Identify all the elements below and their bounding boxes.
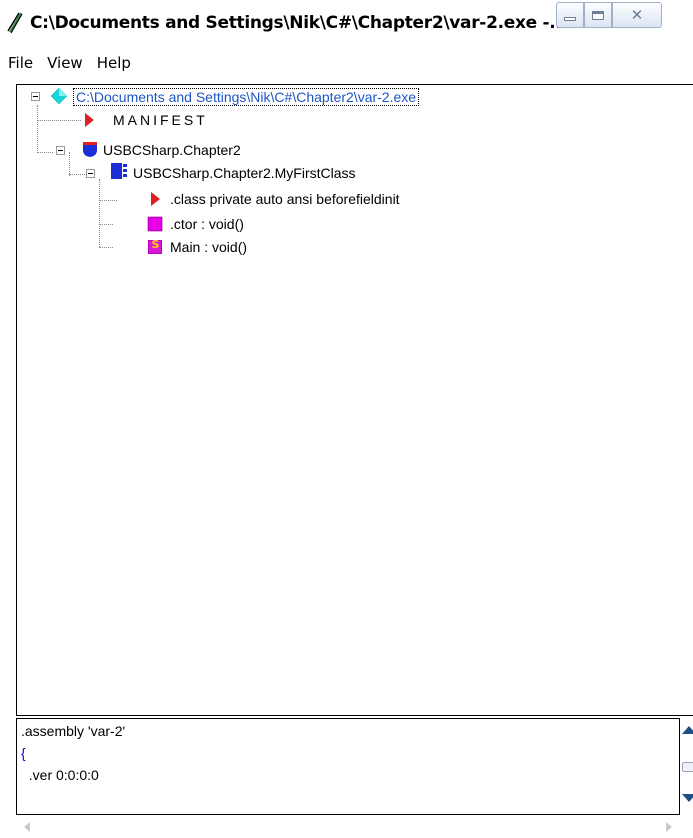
member-label: .ctor : void() xyxy=(170,216,244,232)
code-line: .ver 0:0:0:0 xyxy=(21,767,99,783)
code-line: { xyxy=(21,745,26,761)
namespace-label: USBCSharp.Chapter2 xyxy=(103,142,241,158)
tree-node-class[interactable]: USBCSharp.Chapter2.MyFirstClass xyxy=(133,162,356,184)
scroll-up-icon[interactable] xyxy=(682,726,693,734)
tree-connector xyxy=(37,120,81,121)
manifest-label: MANIFEST xyxy=(113,112,208,128)
namespace-collapse-toggle[interactable] xyxy=(56,146,65,155)
title-bar[interactable]: C:\Documents and Settings\Nik\C#\Chapter… xyxy=(0,0,693,46)
red-triangle-icon xyxy=(85,113,94,127)
tree-node-main[interactable]: Main : void() xyxy=(170,236,247,258)
tree-connector xyxy=(37,152,53,153)
close-icon: ✕ xyxy=(630,5,644,24)
root-label: C:\Documents and Settings\Nik\C#\Chapter… xyxy=(73,88,420,106)
menu-bar: File View Help xyxy=(0,50,693,76)
tree-connector xyxy=(99,224,113,225)
root-collapse-toggle[interactable] xyxy=(31,92,40,101)
menu-view[interactable]: View xyxy=(47,54,83,72)
tree-connector xyxy=(69,152,70,176)
vertical-scrollbar[interactable] xyxy=(680,718,693,815)
tree-connector xyxy=(99,200,117,201)
method-icon xyxy=(147,216,163,232)
disassembly-panel[interactable]: .assembly 'var-2' { .ver 0:0:0:0 xyxy=(16,718,680,815)
static-badge: S xyxy=(151,238,160,251)
tree-node-namespace[interactable]: USBCSharp.Chapter2 xyxy=(103,139,241,161)
minimize-button[interactable] xyxy=(556,2,584,28)
window-title: C:\Documents and Settings\Nik\C#\Chapter… xyxy=(30,13,568,33)
class-label: USBCSharp.Chapter2.MyFirstClass xyxy=(133,165,356,181)
horizontal-scrollbar[interactable] xyxy=(16,815,693,838)
member-label: .class private auto ansi beforefieldinit xyxy=(170,191,400,207)
maximize-button[interactable] xyxy=(584,2,612,28)
tree-node-class-directive[interactable]: .class private auto ansi beforefieldinit xyxy=(170,188,400,210)
assembly-diamond-icon xyxy=(51,88,67,104)
scroll-left-icon[interactable] xyxy=(24,822,30,832)
tree-connector xyxy=(99,247,113,248)
tree-node-root[interactable]: C:\Documents and Settings\Nik\C#\Chapter… xyxy=(73,86,420,108)
tree-connector xyxy=(99,179,100,247)
namespace-shield-icon xyxy=(83,142,97,157)
tree-node-ctor[interactable]: .ctor : void() xyxy=(170,213,244,235)
scroll-down-icon[interactable] xyxy=(682,794,693,802)
red-triangle-icon xyxy=(151,192,160,206)
menu-file[interactable]: File xyxy=(8,54,33,72)
maximize-icon xyxy=(592,10,604,20)
scroll-thumb[interactable] xyxy=(682,762,693,772)
tree-connector xyxy=(69,174,85,175)
scroll-right-icon[interactable] xyxy=(666,822,672,832)
ildasm-lightning-icon xyxy=(7,12,23,34)
tree-connector xyxy=(37,105,38,153)
tree-view[interactable]: C:\Documents and Settings\Nik\C#\Chapter… xyxy=(16,84,693,716)
class-icon xyxy=(111,163,127,179)
tree-node-manifest[interactable]: MANIFEST xyxy=(113,109,208,131)
class-collapse-toggle[interactable] xyxy=(86,169,95,178)
menu-help[interactable]: Help xyxy=(97,54,131,72)
code-line: .assembly 'var-2' xyxy=(21,723,126,739)
member-label: Main : void() xyxy=(170,239,248,255)
minimize-icon xyxy=(564,17,576,21)
close-button[interactable]: ✕ xyxy=(612,2,662,28)
